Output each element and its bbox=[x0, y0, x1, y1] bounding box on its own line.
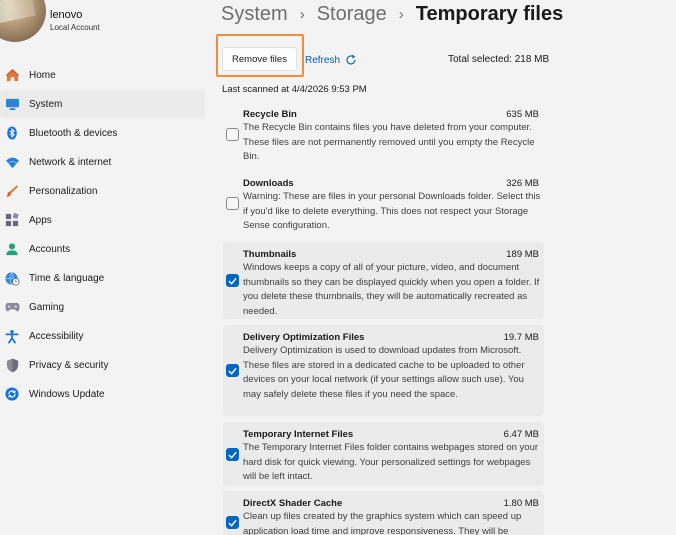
chevron-right-icon: › bbox=[299, 5, 305, 23]
system-icon bbox=[4, 96, 20, 112]
sidebar-item-network[interactable]: Network & internet bbox=[0, 148, 205, 176]
sidebar-item-system[interactable]: System bbox=[0, 90, 205, 118]
temp-item-downloads: Downloads 326 MB Warning: These are file… bbox=[223, 176, 544, 238]
item-title: Downloads bbox=[243, 178, 294, 189]
sidebar-item-label: Privacy & security bbox=[29, 359, 109, 371]
sidebar-item-accounts[interactable]: Accounts bbox=[0, 235, 205, 263]
checkbox-thumbnails[interactable] bbox=[226, 274, 239, 287]
shield-icon bbox=[4, 357, 20, 373]
sidebar-item-label: Gaming bbox=[29, 301, 65, 313]
item-title: DirectX Shader Cache bbox=[243, 498, 343, 509]
update-icon bbox=[4, 386, 20, 402]
sidebar: lenovo Local Account Home System Bluetoo… bbox=[0, 0, 210, 535]
temp-item-directx-shader-cache: DirectX Shader Cache 1.80 MB Clean up fi… bbox=[223, 491, 544, 535]
refresh-link[interactable]: Refresh bbox=[305, 52, 357, 68]
page-title: Temporary files bbox=[415, 2, 564, 25]
item-size: 635 MB bbox=[506, 109, 539, 120]
temp-item-thumbnails: Thumbnails 189 MB Windows keeps a copy o… bbox=[223, 242, 544, 319]
temp-item-delivery-optimization: Delivery Optimization Files 19.7 MB Deli… bbox=[223, 325, 544, 416]
item-description: Clean up files created by the graphics s… bbox=[243, 511, 522, 535]
sidebar-item-time-language[interactable]: Time & language bbox=[0, 264, 205, 292]
globe-clock-icon bbox=[4, 270, 20, 286]
sidebar-item-gaming[interactable]: Gaming bbox=[0, 293, 205, 321]
checkbox-delivery-optimization[interactable] bbox=[226, 364, 239, 377]
wifi-icon bbox=[4, 154, 20, 170]
sidebar-item-label: Accessibility bbox=[29, 330, 84, 342]
refresh-label: Refresh bbox=[305, 54, 341, 66]
remove-files-button[interactable]: Remove files bbox=[222, 47, 297, 71]
sidebar-item-label: Time & language bbox=[29, 272, 105, 284]
item-description: Warning: These are files in your persona… bbox=[243, 191, 541, 231]
sidebar-item-apps[interactable]: Apps bbox=[0, 206, 205, 234]
sidebar-item-label: Accounts bbox=[29, 243, 71, 255]
avatar bbox=[0, 0, 46, 42]
accessibility-icon bbox=[4, 328, 20, 344]
item-title: Recycle Bin bbox=[243, 109, 297, 120]
item-description: Delivery Optimization is used to downloa… bbox=[243, 345, 525, 400]
item-size: 1.80 MB bbox=[503, 498, 539, 509]
sidebar-item-label: Personalization bbox=[29, 185, 98, 197]
item-title: Temporary Internet Files bbox=[243, 429, 354, 440]
sidebar-item-bluetooth[interactable]: Bluetooth & devices bbox=[0, 119, 205, 147]
checkbox-recycle-bin[interactable] bbox=[226, 128, 239, 141]
profile-name: lenovo bbox=[50, 9, 83, 21]
breadcrumb-system[interactable]: System bbox=[221, 3, 288, 26]
sidebar-item-label: Home bbox=[29, 69, 56, 81]
item-size: 326 MB bbox=[506, 178, 539, 189]
item-description: Windows keeps a copy of all of your pict… bbox=[243, 262, 540, 317]
sidebar-item-label: Bluetooth & devices bbox=[29, 127, 118, 139]
total-selected: Total selected: 218 MB bbox=[448, 54, 550, 65]
item-title: Thumbnails bbox=[243, 249, 297, 260]
apps-icon bbox=[4, 212, 20, 228]
item-size: 6.47 MB bbox=[503, 429, 539, 440]
checkmark-icon bbox=[228, 277, 237, 285]
checkbox-downloads[interactable] bbox=[226, 197, 239, 210]
item-title: Delivery Optimization Files bbox=[243, 332, 365, 343]
item-description: The Recycle Bin contains files you have … bbox=[243, 122, 535, 162]
brush-icon bbox=[4, 183, 20, 199]
item-size: 19.7 MB bbox=[503, 332, 539, 343]
last-scanned: Last scanned at 4/4/2026 9:53 PM bbox=[222, 84, 367, 95]
gamepad-icon bbox=[4, 299, 20, 315]
temp-item-temporary-internet-files: Temporary Internet Files 6.47 MB The Tem… bbox=[223, 422, 544, 486]
account-icon bbox=[4, 241, 20, 257]
checkmark-icon bbox=[228, 367, 237, 375]
sidebar-item-label: Network & internet bbox=[29, 156, 112, 168]
bluetooth-icon bbox=[4, 125, 20, 141]
checkmark-icon bbox=[228, 519, 237, 527]
sidebar-item-label: Windows Update bbox=[29, 388, 105, 400]
sidebar-item-label: System bbox=[29, 98, 63, 110]
profile-account-type: Local Account bbox=[50, 23, 100, 32]
chevron-right-icon: › bbox=[398, 5, 404, 23]
checkmark-icon bbox=[228, 451, 237, 459]
breadcrumb: System › Storage › Temporary files bbox=[221, 0, 563, 28]
breadcrumb-storage[interactable]: Storage bbox=[317, 3, 387, 26]
checkbox-directx-shader-cache[interactable] bbox=[226, 516, 239, 529]
checkbox-temporary-internet-files[interactable] bbox=[226, 448, 239, 461]
sidebar-item-personalization[interactable]: Personalization bbox=[0, 177, 205, 205]
home-icon bbox=[4, 67, 20, 83]
temp-item-recycle-bin: Recycle Bin 635 MB The Recycle Bin conta… bbox=[223, 107, 544, 169]
sidebar-item-privacy-security[interactable]: Privacy & security bbox=[0, 351, 205, 379]
profile[interactable]: lenovo Local Account bbox=[0, 0, 210, 48]
sidebar-item-label: Apps bbox=[29, 214, 52, 226]
refresh-icon bbox=[346, 54, 356, 65]
item-size: 189 MB bbox=[506, 249, 539, 260]
sidebar-item-home[interactable]: Home bbox=[0, 61, 205, 89]
sidebar-item-accessibility[interactable]: Accessibility bbox=[0, 322, 205, 350]
sidebar-item-windows-update[interactable]: Windows Update bbox=[0, 380, 205, 408]
item-description: The Temporary Internet Files folder cont… bbox=[243, 442, 539, 482]
